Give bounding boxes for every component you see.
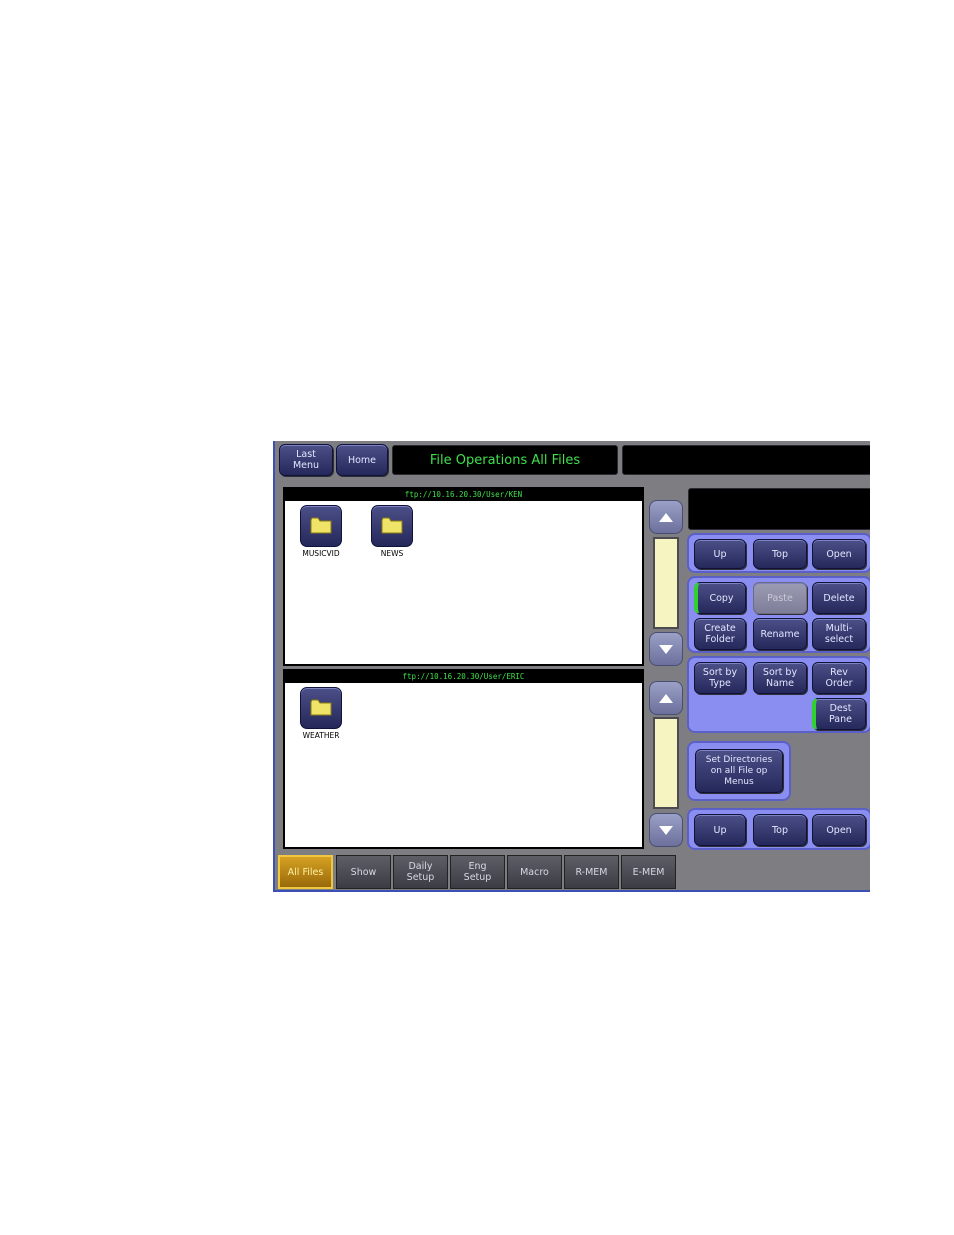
sort-by-type-button[interactable]: Sort by Type: [694, 662, 746, 694]
top-file-pane[interactable]: ftp://10.16.20.30/User/KEN MUSICVID NEWS: [283, 487, 644, 666]
bottom-file-pane[interactable]: ftp://10.16.20.30/User/ERIC WEATHER: [283, 669, 644, 849]
folder-item[interactable]: MUSICVID: [291, 505, 351, 558]
top-scroll-down-button[interactable]: [649, 632, 683, 666]
folder-label: NEWS: [380, 549, 404, 558]
top-button[interactable]: Top: [753, 539, 807, 569]
paste-button[interactable]: Paste: [753, 582, 807, 614]
multi-select-button[interactable]: Multi- select: [812, 618, 866, 650]
tab-all-files[interactable]: All Files: [278, 855, 333, 889]
folder-button[interactable]: [300, 505, 342, 547]
arrow-up-icon: [659, 693, 673, 703]
rename-button[interactable]: Rename: [753, 618, 807, 650]
right-info-display: [688, 488, 870, 530]
menu-title-display: File Operations All Files: [392, 445, 618, 475]
top-nav-group: Up Top Open: [687, 533, 870, 573]
folder-item[interactable]: WEATHER: [291, 687, 351, 740]
folder-label: WEATHER: [302, 731, 340, 740]
tab-macro[interactable]: Macro: [507, 855, 562, 889]
folder-button[interactable]: [371, 505, 413, 547]
arrow-down-icon: [659, 825, 673, 835]
up-button[interactable]: Up: [694, 539, 746, 569]
edit-group: Copy Paste Delete Create Folder Rename M…: [687, 576, 870, 653]
arrow-down-icon: [659, 644, 673, 654]
last-menu-button[interactable]: Last Menu: [279, 444, 333, 476]
folder-icon: [381, 517, 403, 534]
delete-button[interactable]: Delete: [812, 582, 866, 614]
arrow-up-icon: [659, 512, 673, 522]
set-directories-button[interactable]: Set Directories on all File op Menus: [695, 749, 783, 793]
top-pane-path: ftp://10.16.20.30/User/KEN: [285, 489, 642, 501]
home-button[interactable]: Home: [336, 444, 388, 476]
open-button-bottom[interactable]: Open: [812, 814, 866, 846]
folder-item[interactable]: NEWS: [362, 505, 422, 558]
top-scroll-track[interactable]: [653, 537, 679, 629]
bottom-scroll-track[interactable]: [653, 717, 679, 809]
folder-button[interactable]: [300, 687, 342, 729]
top-button-bottom[interactable]: Top: [753, 814, 807, 846]
tab-show[interactable]: Show: [336, 855, 391, 889]
dest-pane-button[interactable]: Dest Pane: [812, 698, 866, 730]
bottom-scroll-up-button[interactable]: [649, 681, 683, 715]
tab-e-mem[interactable]: E-MEM: [621, 855, 676, 889]
bottom-pane-path: ftp://10.16.20.30/User/ERIC: [285, 671, 642, 683]
top-scroll-up-button[interactable]: [649, 500, 683, 534]
rev-order-button[interactable]: Rev Order: [812, 662, 866, 694]
create-folder-button[interactable]: Create Folder: [694, 618, 746, 650]
bottom-scroll-down-button[interactable]: [649, 813, 683, 847]
tab-daily-setup[interactable]: Daily Setup: [393, 855, 448, 889]
status-display: [622, 445, 870, 475]
set-directories-group: Set Directories on all File op Menus: [687, 741, 791, 801]
tab-r-mem[interactable]: R-MEM: [564, 855, 619, 889]
sort-by-name-button[interactable]: Sort by Name: [753, 662, 807, 694]
sort-group: Sort by Type Sort by Name Rev Order Dest…: [687, 656, 870, 733]
open-button[interactable]: Open: [812, 539, 866, 569]
folder-label: MUSICVID: [302, 549, 340, 558]
copy-button[interactable]: Copy: [694, 582, 746, 614]
bottom-nav-group: Up Top Open: [687, 808, 870, 850]
file-operations-window: Last Menu Home File Operations All Files…: [273, 441, 870, 892]
folder-icon: [310, 699, 332, 716]
tab-eng-setup[interactable]: Eng Setup: [450, 855, 505, 889]
up-button-bottom[interactable]: Up: [694, 814, 746, 846]
folder-icon: [310, 517, 332, 534]
